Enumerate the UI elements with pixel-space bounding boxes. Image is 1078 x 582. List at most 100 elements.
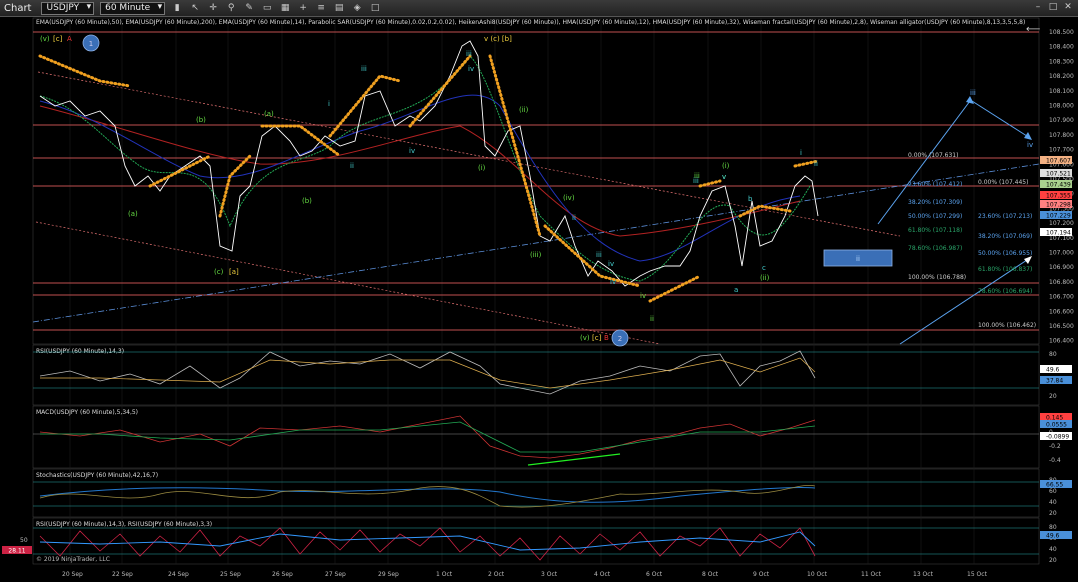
- pointer-icon[interactable]: ↖: [189, 2, 201, 14]
- grid-icon[interactable]: ▦: [279, 2, 291, 14]
- price-tick: 108.500: [1049, 29, 1074, 36]
- indicator-badge: 0.0555: [1046, 422, 1067, 429]
- wave-label-cyan: i: [800, 149, 802, 157]
- indicator-tick: 80: [1049, 524, 1057, 531]
- fib-label: 61.80% (106.837): [978, 266, 1032, 273]
- wave-label-cyan: i: [328, 100, 330, 108]
- chart-toolbar: Chart USDJPY 60 Minute ▮ ↖ ✛ ⚲ ✎ ▭ ▦ + ≡…: [0, 0, 1078, 17]
- fib-label: 38.20% (107.069): [978, 233, 1032, 240]
- indicator-tick: 20: [1049, 557, 1057, 564]
- wave-label-green: (c): [214, 268, 224, 276]
- strategy-icon[interactable]: ◈: [351, 2, 363, 14]
- layout-icon[interactable]: ▤: [333, 2, 345, 14]
- target-box-label: ii: [856, 255, 860, 263]
- price-indicator-title: EMA(USDJPY (60 Minute),50), EMA(USDJPY (…: [36, 19, 1025, 26]
- price-tick: 107.700: [1049, 147, 1074, 154]
- price-tick: 108.000: [1049, 103, 1074, 110]
- date-tick: 3 Oct: [541, 571, 558, 578]
- close-icon[interactable]: ✕: [1062, 1, 1074, 13]
- text-icon[interactable]: ▭: [261, 2, 273, 14]
- wave-label-cyan: b: [748, 195, 753, 203]
- plus-icon[interactable]: +: [297, 2, 309, 14]
- rsi2-title: RSI(USDJPY (60 Minute),14,3), RSI(USDJPY…: [36, 521, 212, 528]
- wave-label-cyan: iii: [693, 177, 699, 185]
- stoch-title: Stochastics(USDJPY (60 Minute),42,16,7): [36, 472, 158, 479]
- price-tick: 107.000: [1049, 250, 1074, 257]
- fib-label: 0.00% (107.631): [908, 152, 958, 159]
- fib-label: 50.00% (107.299): [908, 213, 962, 220]
- price-tick: 108.200: [1049, 73, 1074, 80]
- zoom-icon[interactable]: ⚲: [225, 2, 237, 14]
- copyright-text: © 2019 NinjaTrader, LLC: [36, 556, 110, 563]
- price-tick: 108.300: [1049, 58, 1074, 65]
- properties-icon[interactable]: ≡: [315, 2, 327, 14]
- bar-type-icon[interactable]: ▮: [171, 2, 183, 14]
- price-badge: 107.355: [1046, 193, 1071, 200]
- date-tick: 1 Oct: [436, 571, 453, 578]
- indicator-tick: 80: [1049, 351, 1057, 358]
- date-tick: 26 Sep: [272, 571, 293, 578]
- indicator-tick: 20: [1049, 510, 1057, 517]
- price-tick: 106.700: [1049, 294, 1074, 301]
- rsi-panel[interactable]: [32, 344, 1040, 406]
- date-tick: 25 Sep: [220, 571, 241, 578]
- stoch-panel[interactable]: [32, 468, 1040, 518]
- wave-label-red: A: [67, 35, 72, 43]
- price-badge: 107.607: [1046, 158, 1071, 165]
- indicator-badge: 37.84: [1046, 378, 1063, 385]
- wave-label-green: (iii): [530, 251, 542, 259]
- fib-label: 23.60% (107.412): [908, 181, 962, 188]
- indicator-tick: -0.4: [1049, 457, 1061, 464]
- price-tick: 107.900: [1049, 117, 1074, 124]
- minimize-icon[interactable]: –: [1032, 1, 1044, 13]
- wave-label-green: (v): [40, 35, 50, 43]
- date-tick: 11 Oct: [861, 571, 882, 578]
- interval-selector[interactable]: 60 Minute: [100, 1, 166, 15]
- wave-label-cyan: iv: [608, 260, 614, 268]
- crosshair-icon[interactable]: ✛: [207, 2, 219, 14]
- rsi2-left-badge: 28.11: [8, 548, 25, 555]
- date-tick: 6 Oct: [646, 571, 663, 578]
- indicator-tick: 40: [1049, 546, 1057, 553]
- chart-area[interactable]: ii iii iv 0.00% (107.631)38.20% (107.309…: [0, 16, 1078, 582]
- maximize-icon[interactable]: □: [1047, 1, 1059, 13]
- scroll-back-icon[interactable]: ⟵: [1026, 24, 1040, 35]
- price-badge: 107.298: [1046, 202, 1071, 209]
- date-tick: 24 Sep: [168, 571, 189, 578]
- app-label: Chart: [4, 2, 32, 14]
- price-tick: 106.600: [1049, 308, 1074, 315]
- date-tick: 27 Sep: [325, 571, 346, 578]
- indicator-tick: 40: [1049, 499, 1057, 506]
- date-tick: 20 Sep: [62, 571, 83, 578]
- circle-label-1: 1: [89, 40, 93, 48]
- wave-label-cyan: iv: [610, 278, 616, 286]
- price-tick: 107.800: [1049, 132, 1074, 139]
- date-tick: 8 Oct: [702, 571, 719, 578]
- rsi2-left-tick: 50: [20, 537, 28, 544]
- circle-label-2: 2: [618, 335, 622, 343]
- wave-label-cyan: ii: [350, 162, 354, 170]
- wave-label-cyan: iii: [466, 50, 472, 58]
- fib-label: 0.00% (107.445): [978, 179, 1028, 186]
- rsi2-axis: 80604020: [1049, 524, 1057, 564]
- wave-label-yellow: v (c) [b]: [484, 35, 512, 43]
- indicator-badge: 49.6: [1046, 367, 1060, 374]
- draw-icon[interactable]: ✎: [243, 2, 255, 14]
- instrument-selector[interactable]: USDJPY: [41, 1, 95, 15]
- wave-label-red: B: [604, 334, 609, 342]
- price-tick: 108.100: [1049, 88, 1074, 95]
- wave-label-cyan: a: [734, 286, 738, 294]
- price-badge: 107.439: [1046, 182, 1071, 189]
- wave-label-cyan: c: [762, 264, 766, 272]
- indicator-tick: 60: [1049, 488, 1057, 495]
- wave-label-green: (b): [302, 197, 312, 205]
- wave-label-green: (i): [478, 164, 486, 172]
- price-tick: 106.900: [1049, 264, 1074, 271]
- indicator-badge: -0.0899: [1046, 434, 1069, 441]
- date-tick: 13 Oct: [913, 571, 934, 578]
- wave-label-cyan: ii: [814, 160, 818, 168]
- wave-label-cyan: v: [722, 173, 726, 181]
- window-icon[interactable]: □: [369, 2, 381, 14]
- wave-label-green: (iv): [563, 194, 575, 202]
- wave-label-yellow: [c]: [592, 334, 602, 342]
